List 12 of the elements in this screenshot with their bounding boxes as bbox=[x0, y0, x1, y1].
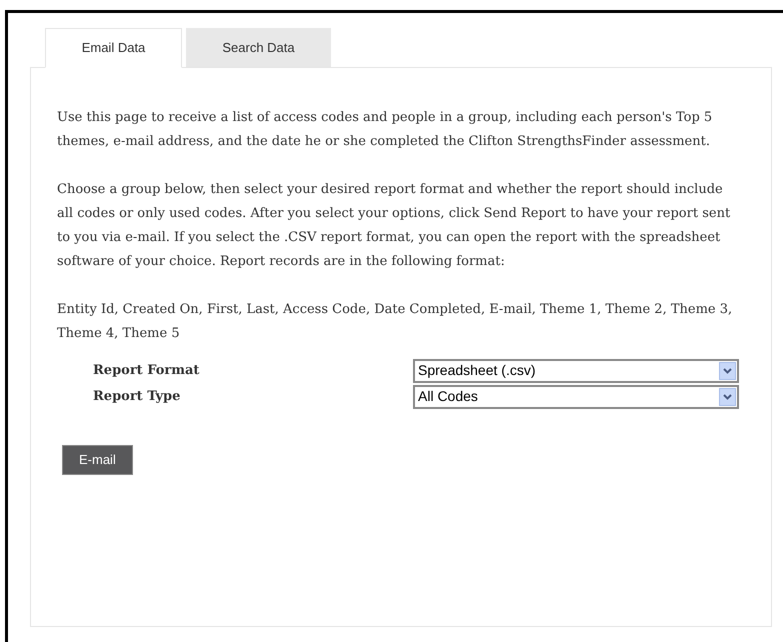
dropdown[interactable]: All Codes bbox=[413, 384, 739, 408]
email-button[interactable]: E-mail bbox=[62, 445, 133, 475]
paragraph: Entity Id, Created On, First, Last, Access Code, Date Completed, E-mail, Theme 1, Theme 2, Theme 3, Theme 4, Theme 5 bbox=[57, 301, 734, 343]
field-label: Report Type bbox=[93, 388, 182, 406]
field-label: Report Format bbox=[93, 362, 200, 380]
paragraph: Choose a group below, then select your desired report format and whether the report should include all codes or only used codes. After you select your options, click Send Report to have your report sent to you via e-mail. If you select the .CSV report format, you can open the report with the spreadsheet software of your choice. Report records are in the following format: bbox=[57, 181, 732, 271]
tab[interactable]: Search Data bbox=[186, 28, 331, 67]
chevron-down-icon[interactable] bbox=[719, 388, 736, 406]
tab[interactable]: Email Data bbox=[45, 28, 182, 68]
dropdown[interactable]: Spreadsheet (.csv) bbox=[413, 358, 739, 382]
paragraph: Use this page to receive a list of access codes and people in a group, including each person's Top 5 themes, e-mail address, and the date he or she completed the Clifton StrengthsFinder assessment. bbox=[57, 109, 714, 151]
chevron-down-icon[interactable] bbox=[719, 362, 736, 380]
